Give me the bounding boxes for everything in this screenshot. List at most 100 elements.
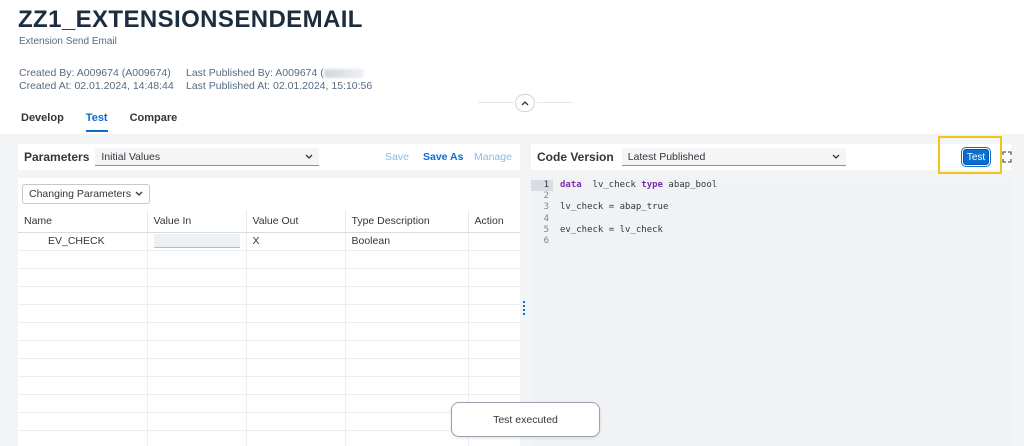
empty-cell bbox=[18, 430, 148, 446]
empty-cell bbox=[345, 412, 469, 431]
empty-cell bbox=[18, 286, 148, 305]
code-line: 4 bbox=[531, 214, 1011, 225]
published-meta: Last Published By: A009674 ( Last Publis… bbox=[186, 67, 372, 93]
header-divider-right bbox=[537, 102, 573, 103]
empty-cell bbox=[147, 250, 247, 269]
cell-name: EV_CHECK bbox=[18, 232, 148, 251]
parameter-type-select[interactable]: Changing Parameters bbox=[22, 184, 150, 204]
empty-cell bbox=[147, 430, 247, 446]
empty-cell bbox=[345, 358, 469, 377]
line-number: 2 bbox=[543, 191, 549, 202]
column-header-type-description[interactable]: Type Description bbox=[345, 210, 469, 233]
tab-develop[interactable]: Develop bbox=[21, 112, 64, 132]
column-header-name[interactable]: Name bbox=[18, 210, 148, 233]
empty-cell bbox=[468, 304, 520, 323]
test-button[interactable]: Test bbox=[961, 147, 991, 167]
empty-row bbox=[18, 376, 520, 395]
code-line: 3 lv_check = abap_true bbox=[531, 202, 1011, 213]
code-version-label: Code Version bbox=[537, 150, 614, 164]
variant-select[interactable]: Initial Values bbox=[95, 148, 320, 166]
empty-cell bbox=[345, 268, 469, 287]
empty-cell bbox=[18, 340, 148, 359]
column-header-value-out[interactable]: Value Out bbox=[246, 210, 346, 233]
line-number: 3 bbox=[543, 202, 549, 213]
save-as-button[interactable]: Save As bbox=[423, 151, 463, 163]
code-text: data lv_check type abap_bool bbox=[553, 180, 717, 191]
empty-row bbox=[18, 268, 520, 287]
empty-row bbox=[18, 412, 520, 431]
empty-row bbox=[18, 394, 520, 413]
cell-value-in bbox=[147, 232, 247, 251]
tab-compare[interactable]: Compare bbox=[130, 112, 178, 132]
code-version-value: Latest Published bbox=[627, 150, 706, 163]
empty-cell bbox=[246, 394, 346, 413]
empty-cell bbox=[18, 394, 148, 413]
empty-cell bbox=[147, 376, 247, 395]
empty-cell bbox=[147, 412, 247, 431]
empty-cell bbox=[18, 250, 148, 269]
column-header-action[interactable]: Action bbox=[468, 210, 520, 233]
empty-cell bbox=[345, 376, 469, 395]
code-text: ev_check = lv_check bbox=[560, 224, 663, 235]
code-line: 5 ev_check = lv_check bbox=[531, 225, 1011, 236]
empty-cell bbox=[345, 286, 469, 305]
empty-cell bbox=[246, 430, 346, 446]
value-in-input[interactable] bbox=[153, 234, 240, 248]
line-number: 5 bbox=[543, 224, 549, 235]
empty-cell bbox=[246, 412, 346, 431]
grip-dot bbox=[523, 305, 527, 307]
header-divider-left bbox=[478, 102, 514, 103]
empty-cell bbox=[468, 358, 520, 377]
empty-cell bbox=[345, 322, 469, 341]
empty-cell bbox=[345, 304, 469, 323]
empty-cell bbox=[18, 358, 148, 377]
empty-row bbox=[18, 340, 520, 359]
empty-cell bbox=[18, 412, 148, 431]
empty-cell bbox=[345, 340, 469, 359]
keyword-type: type bbox=[641, 180, 663, 190]
code-token: abap_bool bbox=[662, 180, 718, 190]
created-meta: Created By: A009674 (A009674) Created At… bbox=[19, 67, 174, 93]
collapse-header-button[interactable] bbox=[515, 94, 535, 112]
empty-cell bbox=[345, 430, 469, 446]
empty-cell bbox=[147, 286, 247, 305]
save-button[interactable]: Save bbox=[385, 151, 409, 163]
fullscreen-icon[interactable] bbox=[1002, 151, 1012, 163]
parameters-panel: Changing Parameters Name Value In Value … bbox=[18, 178, 520, 446]
redacted-text bbox=[323, 68, 364, 78]
code-token: lv_check bbox=[581, 180, 642, 190]
published-by-row: Last Published By: A009674 ( bbox=[186, 67, 372, 80]
empty-cell bbox=[246, 250, 346, 269]
empty-row bbox=[18, 304, 520, 323]
code-line: 1 data lv_check type abap_bool bbox=[531, 180, 1011, 192]
line-number: 1 bbox=[531, 180, 553, 192]
empty-cell bbox=[147, 394, 247, 413]
column-header-value-in[interactable]: Value In bbox=[147, 210, 247, 233]
empty-cell bbox=[18, 376, 148, 395]
parameters-label: Parameters bbox=[24, 150, 90, 164]
empty-cell bbox=[468, 268, 520, 287]
empty-cell bbox=[147, 268, 247, 287]
chevron-down-icon bbox=[832, 154, 840, 159]
empty-cell bbox=[468, 286, 520, 305]
empty-cell bbox=[246, 376, 346, 395]
grip-dot bbox=[523, 309, 527, 311]
code-version-select[interactable]: Latest Published bbox=[621, 148, 846, 166]
empty-cell bbox=[147, 358, 247, 377]
chevron-down-icon bbox=[135, 191, 143, 196]
panel-splitter[interactable] bbox=[523, 301, 527, 315]
created-at: Created At: 02.01.2024, 14:48:44 bbox=[19, 80, 174, 92]
parameter-type-value: Changing Parameters bbox=[29, 188, 132, 200]
parameters-table: Name Value In Value Out Type Description… bbox=[18, 210, 520, 446]
empty-cell bbox=[345, 394, 469, 413]
table-row: EV_CHECK X Boolean bbox=[18, 232, 520, 251]
manage-button[interactable]: Manage bbox=[474, 151, 512, 163]
tab-test[interactable]: Test bbox=[85, 112, 108, 132]
empty-row bbox=[18, 358, 520, 377]
cell-value-out: X bbox=[246, 232, 346, 251]
code-editor[interactable]: 1 data lv_check type abap_bool 2 3 lv_ch… bbox=[531, 178, 1011, 446]
empty-cell bbox=[18, 322, 148, 341]
